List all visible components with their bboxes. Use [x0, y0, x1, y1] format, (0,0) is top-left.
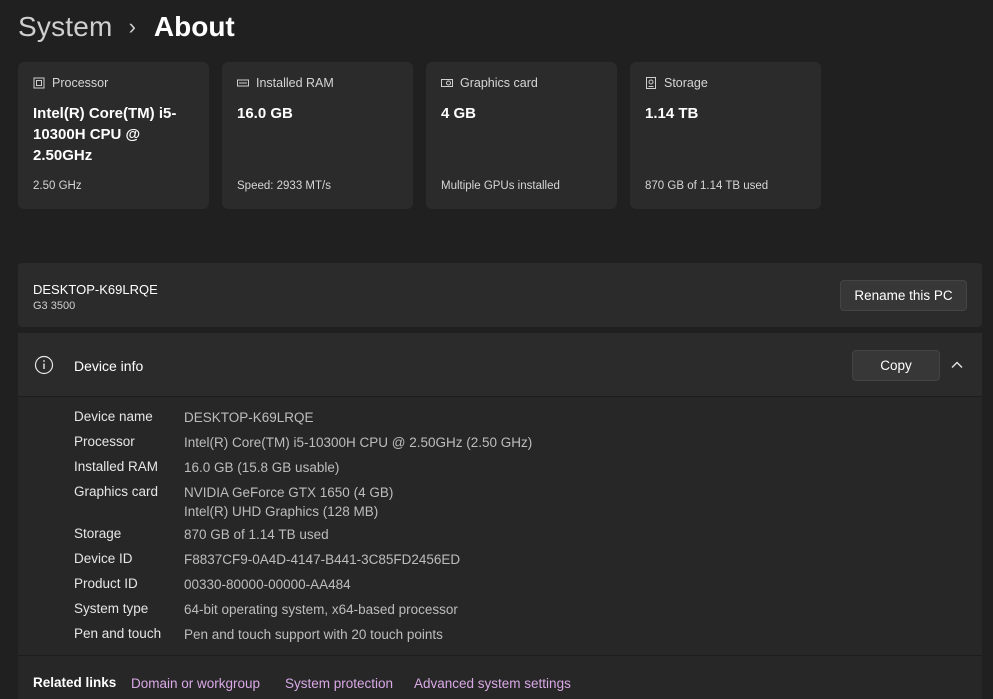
card-value: 4 GB [441, 105, 477, 122]
link-domain-or-workgroup[interactable]: Domain or workgroup [131, 676, 260, 691]
spec-value: Intel(R) Core(TM) i5-10300H CPU @ 2.50GH… [184, 435, 533, 450]
card-sub: 2.50 GHz [33, 180, 82, 192]
spec-value: 64-bit operating system, x64-based proce… [184, 602, 458, 617]
pc-name-bar: DESKTOP-K69LRQE G3 3500 Rename this PC [18, 263, 982, 327]
spec-value: 16.0 GB (15.8 GB usable) [184, 460, 340, 475]
card-sub: 870 GB of 1.14 TB used [645, 180, 769, 192]
pc-model: G3 3500 [33, 300, 76, 312]
rename-pc-button[interactable]: Rename this PC [840, 280, 967, 311]
device-info-panel: Device info Copy Device name DESKTOP-K69… [18, 333, 982, 699]
spec-value-secondary: Intel(R) UHD Graphics (128 MB) [184, 503, 379, 519]
related-links-bar: Related links Domain or workgroup System… [18, 655, 982, 699]
spec-value: NVIDIA GeForce GTX 1650 (4 GB) [184, 485, 394, 500]
card-sub: Speed: 2933 MT/s [237, 180, 331, 192]
card-label: Storage [664, 76, 708, 90]
card-processor: Processor Intel(R) Core(TM) i5-10300H CP… [18, 62, 209, 209]
spec-key: System type [74, 601, 149, 616]
spec-value: 870 GB of 1.14 TB used [184, 527, 329, 542]
spec-key: Product ID [74, 576, 138, 591]
copy-button[interactable]: Copy [852, 350, 940, 381]
related-links-title: Related links [33, 675, 117, 690]
card-label: Graphics card [460, 76, 538, 90]
spec-key: Installed RAM [74, 459, 159, 474]
pc-name: DESKTOP-K69LRQE [33, 282, 158, 297]
spec-key: Device name [74, 409, 153, 424]
card-ram: Installed RAM 16.0 GB Speed: 2933 MT/s [222, 62, 413, 209]
chevron-right-icon: › [128, 14, 136, 39]
card-value: 1.14 TB [645, 105, 699, 122]
link-system-protection[interactable]: System protection [285, 676, 393, 691]
breadcrumb-system[interactable]: System [18, 11, 113, 43]
card-label: Installed RAM [256, 76, 334, 90]
storage-icon [646, 77, 656, 89]
card-label: Processor [52, 76, 109, 90]
page-title: About [153, 11, 235, 42]
device-info-title: Device info [74, 358, 144, 374]
card-storage: Storage 1.14 TB 870 GB of 1.14 TB used [630, 62, 821, 209]
about-page: System › About Processor Intel(R) Core(T… [0, 0, 993, 699]
processor-icon [33, 77, 45, 89]
link-advanced-system-settings[interactable]: Advanced system settings [414, 676, 571, 691]
spec-key: Device ID [74, 551, 133, 566]
spec-cards: Processor Intel(R) Core(TM) i5-10300H CP… [18, 62, 821, 209]
spec-key: Graphics card [74, 484, 159, 499]
card-value: 16.0 GB [237, 105, 293, 122]
info-icon [34, 355, 54, 375]
spec-key: Storage [74, 526, 122, 541]
card-sub: Multiple GPUs installed [441, 180, 560, 192]
chevron-up-icon[interactable] [950, 358, 964, 372]
spec-value: DESKTOP-K69LRQE [184, 410, 314, 425]
spec-key: Processor [74, 434, 135, 449]
card-graphics: Graphics card 4 GB Multiple GPUs install… [426, 62, 617, 209]
spec-value: F8837CF9-0A4D-4147-B441-3C85FD2456ED [184, 552, 461, 567]
breadcrumb: System › About [18, 8, 235, 46]
device-info-header[interactable]: Device info Copy [18, 333, 982, 397]
graphics-card-icon [441, 79, 453, 87]
spec-key: Pen and touch [74, 626, 162, 641]
card-value: Intel(R) Core(TM) i5-10300H CPU @ 2.50GH… [33, 105, 177, 164]
spec-value: Pen and touch support with 20 touch poin… [184, 627, 443, 642]
ram-icon [237, 79, 249, 87]
spec-value: 00330-80000-00000-AA484 [184, 577, 351, 592]
